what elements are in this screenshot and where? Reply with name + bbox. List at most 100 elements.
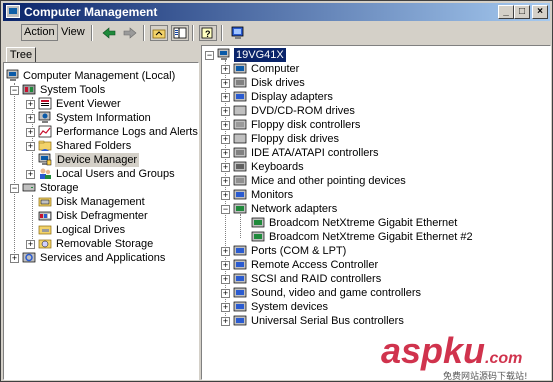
remote-access-icon: [233, 258, 247, 271]
expand-icon[interactable]: +: [221, 79, 230, 88]
services-icon: [22, 251, 36, 264]
device-label: Remote Access Controller: [251, 259, 379, 271]
system-information-icon: [38, 111, 52, 124]
expand-icon[interactable]: +: [26, 114, 35, 123]
storage-icon: [22, 181, 36, 194]
device-label: Display adapters: [251, 91, 333, 103]
expand-icon[interactable]: +: [221, 303, 230, 312]
shared-folder-icon: [38, 139, 52, 152]
title-bar[interactable]: Computer Management _ □ ×: [3, 3, 550, 21]
expand-icon[interactable]: +: [26, 240, 35, 249]
computer-management-icon: [6, 5, 20, 18]
device-label: Ports (COM & LPT): [251, 245, 347, 257]
menu-view[interactable]: View: [61, 26, 85, 38]
network-adapter-icon: [233, 202, 247, 215]
device-label: Sound, video and game controllers: [251, 287, 421, 299]
expand-icon[interactable]: +: [221, 163, 230, 172]
sound-icon: [233, 286, 247, 299]
expand-icon[interactable]: +: [221, 121, 230, 130]
tab-strip: Tree: [3, 45, 199, 63]
expand-icon[interactable]: +: [26, 128, 35, 137]
display-adapter-icon: [233, 90, 247, 103]
tree-connector: [32, 195, 33, 243]
computer-icon: [233, 62, 247, 75]
tree-connector: [240, 214, 241, 238]
network-card-icon: [251, 230, 265, 243]
system-devices-icon: [233, 300, 247, 313]
event-viewer-icon: [38, 97, 52, 110]
toolbar-separator: [91, 25, 93, 41]
expand-icon[interactable]: +: [221, 289, 230, 298]
expand-icon[interactable]: +: [10, 254, 19, 263]
users-icon: [38, 167, 52, 180]
dvd-drive-icon: [233, 104, 247, 117]
port-icon: [233, 244, 247, 257]
device-tree-pane[interactable]: − 19VG41X + Computer + Disk drives + Display …: [201, 45, 551, 380]
device-label: Universal Serial Bus controllers: [251, 315, 404, 327]
device-manager-icon: [38, 153, 52, 166]
device-label: System devices: [251, 301, 329, 313]
toolbar-separator: [143, 25, 145, 41]
window-title: Computer Management: [24, 5, 158, 19]
collapse-icon[interactable]: −: [10, 184, 19, 193]
expand-icon[interactable]: +: [221, 275, 230, 284]
device-label: DVD/CD-ROM drives: [251, 105, 355, 117]
usb-icon: [233, 314, 247, 327]
expand-icon[interactable]: +: [221, 317, 230, 326]
expand-icon[interactable]: +: [26, 170, 35, 179]
system-tools-icon: [22, 83, 36, 96]
expand-icon[interactable]: +: [221, 107, 230, 116]
help-icon[interactable]: ?: [199, 25, 217, 41]
network-card-icon: [251, 216, 265, 229]
performance-chart-icon: [38, 125, 52, 138]
device-label: Computer: [251, 63, 300, 75]
monitor-icon: [233, 188, 247, 201]
collapse-icon[interactable]: −: [205, 51, 214, 60]
expand-icon[interactable]: +: [221, 65, 230, 74]
computer-management-icon: [6, 69, 20, 82]
disk-drive-icon: [233, 76, 247, 89]
minimize-button[interactable]: _: [498, 5, 514, 19]
device-label: Broadcom NetXtreme Gigabit Ethernet: [269, 217, 458, 229]
device-label: Network adapters: [251, 203, 338, 215]
tab-tree[interactable]: Tree: [6, 47, 36, 63]
device-label: Floppy disk drives: [251, 133, 340, 145]
expand-icon[interactable]: +: [221, 177, 230, 186]
expand-icon[interactable]: +: [221, 135, 230, 144]
maximize-button[interactable]: □: [514, 5, 530, 19]
computer-management-window: Computer Management _ □ × Action View ? …: [0, 0, 553, 382]
expand-icon[interactable]: +: [221, 93, 230, 102]
floppy-controller-icon: [233, 118, 247, 131]
close-button[interactable]: ×: [532, 5, 548, 19]
collapse-icon[interactable]: −: [10, 86, 19, 95]
toolbar-separator: [192, 25, 194, 41]
expand-icon[interactable]: +: [26, 142, 35, 151]
back-icon[interactable]: [100, 25, 118, 41]
properties-icon[interactable]: [229, 25, 247, 41]
up-folder-icon[interactable]: [150, 25, 168, 41]
mouse-icon: [233, 174, 247, 187]
expand-icon[interactable]: +: [221, 261, 230, 270]
device-label: Disk drives: [251, 77, 305, 89]
disk-management-icon: [38, 195, 52, 208]
scsi-controller-icon: [233, 272, 247, 285]
collapse-icon[interactable]: −: [221, 205, 230, 214]
floppy-drive-icon: [233, 132, 247, 145]
expand-icon[interactable]: +: [221, 149, 230, 158]
forward-icon[interactable]: [121, 25, 139, 41]
console-tree-pane[interactable]: Computer Management (Local) − System Too…: [3, 62, 199, 380]
expand-icon[interactable]: +: [221, 247, 230, 256]
device-label: Keyboards: [251, 161, 304, 173]
removable-storage-icon: [38, 237, 52, 250]
device-label: Monitors: [251, 189, 294, 201]
svg-text:?: ?: [205, 29, 211, 39]
computer-icon: [217, 48, 231, 61]
expand-icon[interactable]: +: [221, 191, 230, 200]
expand-icon[interactable]: +: [26, 100, 35, 109]
device-label: Broadcom NetXtreme Gigabit Ethernet #2: [269, 231, 473, 243]
keyboard-icon: [233, 160, 247, 173]
menu-toolbar: Action View ?: [3, 22, 550, 44]
show-hide-tree-icon[interactable]: [171, 25, 189, 41]
defrag-icon: [38, 209, 52, 222]
menu-action[interactable]: Action: [21, 24, 58, 41]
